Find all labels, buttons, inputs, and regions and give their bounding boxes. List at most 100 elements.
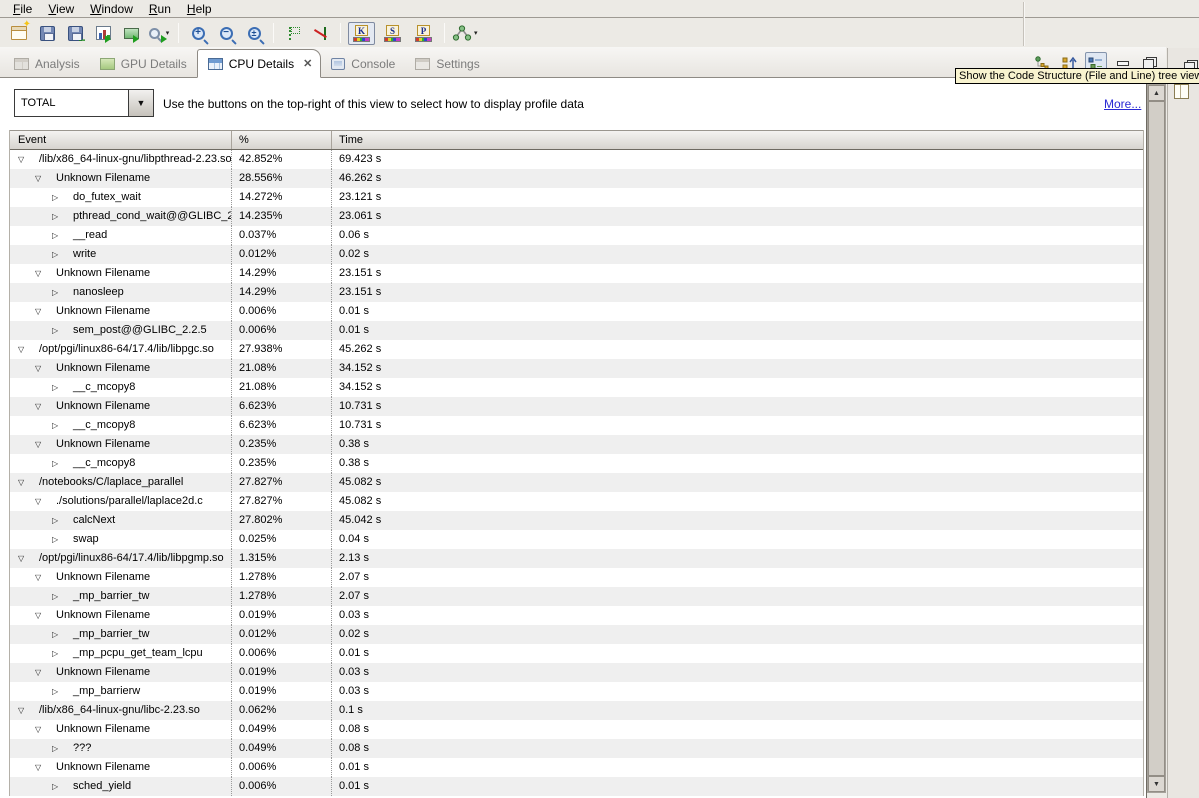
menu-window[interactable]: Window [83, 1, 142, 17]
save-button[interactable] [34, 21, 60, 45]
import-session-button[interactable] [118, 21, 144, 45]
menu-help[interactable]: Help [180, 1, 221, 17]
table-row[interactable]: ▷__c_mcopy86.623%10.731 s [10, 416, 1143, 435]
table-row[interactable]: ▽Unknown Filename1.278%2.07 s [10, 568, 1143, 587]
run-analysis-button[interactable]: ▾ [146, 21, 172, 45]
collapse-icon[interactable]: ▽ [35, 397, 51, 416]
table-row[interactable]: ▷nanosleep14.29%23.151 s [10, 283, 1143, 302]
table-row[interactable]: ▷_mp_barrier_tw1.278%2.07 s [10, 587, 1143, 606]
display-mode-combo[interactable]: TOTAL ▼ [14, 89, 154, 117]
zoom-in-button[interactable] [185, 21, 211, 45]
call-tree-button[interactable]: ▾ [451, 21, 479, 45]
kernel-view-button[interactable]: K [348, 22, 375, 45]
tab-console[interactable]: Console [321, 51, 405, 77]
menu-view[interactable]: View [41, 1, 83, 17]
table-row[interactable]: ▷__c_mcopy821.08%34.152 s [10, 378, 1143, 397]
collapse-icon[interactable]: ▽ [35, 169, 51, 188]
expand-icon[interactable]: ▷ [52, 188, 68, 207]
table-row[interactable]: ▽/opt/pgi/linux86-64/17.4/lib/libpgc.so2… [10, 340, 1143, 359]
table-row[interactable]: ▽Unknown Filename6.623%10.731 s [10, 397, 1143, 416]
expand-icon[interactable]: ▷ [52, 587, 68, 606]
collapse-icon[interactable]: ▽ [35, 492, 51, 511]
table-row[interactable]: ▷do_futex_wait14.272%23.121 s [10, 188, 1143, 207]
source-view-button[interactable]: S [379, 22, 406, 45]
tab-gpu-details[interactable]: GPU Details [90, 51, 197, 77]
table-row[interactable]: ▽./solutions/parallel/laplace2d.c27.827%… [10, 492, 1143, 511]
collapse-icon[interactable]: ▽ [18, 549, 34, 568]
expand-icon[interactable]: ▷ [52, 739, 68, 758]
table-row[interactable]: ▷_mp_barrier_tw0.012%0.02 s [10, 625, 1143, 644]
expand-icon[interactable]: ▷ [52, 454, 68, 473]
collapse-icon[interactable]: ▽ [35, 568, 51, 587]
vertical-scrollbar[interactable]: ▲ ▼ [1147, 84, 1166, 793]
table-row[interactable]: ▷sem_post@@GLIBC_2.2.50.006%0.01 s [10, 321, 1143, 340]
table-row[interactable]: ▽Unknown Filename21.08%34.152 s [10, 359, 1143, 378]
collapse-icon[interactable]: ▽ [35, 606, 51, 625]
expand-icon[interactable]: ▷ [52, 682, 68, 701]
collapse-icon[interactable]: ▽ [18, 340, 34, 359]
column-header-percent[interactable]: % [231, 131, 331, 149]
collapse-icon[interactable]: ▽ [35, 359, 51, 378]
profile-application-button[interactable] [90, 21, 116, 45]
tab-analysis[interactable]: Analysis [4, 51, 90, 77]
menu-run[interactable]: Run [142, 1, 180, 17]
tab-cpu-details[interactable]: CPU Details✕ [197, 49, 322, 78]
table-row[interactable]: ▷_mp_pcpu_get_team_lcpu0.006%0.01 s [10, 644, 1143, 663]
table-row[interactable]: ▽Unknown Filename0.235%0.38 s [10, 435, 1143, 454]
expand-icon[interactable]: ▷ [52, 644, 68, 663]
table-row[interactable]: ▽Unknown Filename14.29%23.151 s [10, 264, 1143, 283]
expand-icon[interactable]: ▷ [52, 321, 68, 340]
table-row[interactable]: ▷calcNext27.802%45.042 s [10, 511, 1143, 530]
scroll-up-button[interactable]: ▲ [1148, 85, 1165, 101]
table-row[interactable]: ▽Unknown Filename0.019%0.03 s [10, 663, 1143, 682]
table-row[interactable]: ▷__read0.037%0.06 s [10, 226, 1143, 245]
table-row[interactable]: ▽Unknown Filename0.006%0.01 s [10, 758, 1143, 777]
more-link[interactable]: More... [1104, 97, 1141, 111]
table-row[interactable]: ▽Unknown Filename0.019%0.03 s [10, 606, 1143, 625]
zoom-fit-button[interactable] [241, 21, 267, 45]
collapse-icon[interactable]: ▽ [18, 150, 34, 169]
table-row[interactable]: ▽Unknown Filename0.049%0.08 s [10, 720, 1143, 739]
close-icon[interactable]: ✕ [303, 57, 312, 70]
expand-icon[interactable]: ▷ [52, 226, 68, 245]
collapse-icon[interactable]: ▽ [18, 473, 34, 492]
scrollbar-thumb[interactable] [1148, 101, 1165, 776]
table-row[interactable]: ▽/notebooks/C/laplace_parallel27.827%45.… [10, 473, 1143, 492]
table-row[interactable]: ▷???0.049%0.08 s [10, 739, 1143, 758]
collapse-icon[interactable]: ▽ [35, 758, 51, 777]
expand-icon[interactable]: ▷ [52, 207, 68, 226]
table-row[interactable]: ▽/lib/x86_64-linux-gnu/libpthread-2.23.s… [10, 150, 1143, 169]
collapse-icon[interactable]: ▽ [35, 435, 51, 454]
table-row[interactable]: ▷write0.012%0.02 s [10, 245, 1143, 264]
profile-view-button[interactable]: P [410, 22, 437, 45]
column-header-time[interactable]: Time [331, 131, 1143, 149]
zoom-out-button[interactable] [213, 21, 239, 45]
table-row[interactable]: ▽/opt/pgi/linux86-64/17.4/lib/libpgmp.so… [10, 549, 1143, 568]
table-row[interactable]: ▽Unknown Filename0.006%0.01 s [10, 302, 1143, 321]
expand-icon[interactable]: ▷ [52, 530, 68, 549]
menu-file[interactable]: File [6, 1, 41, 17]
chevron-down-icon[interactable]: ▾ [474, 29, 478, 37]
expand-icon[interactable]: ▷ [52, 283, 68, 302]
collapse-icon[interactable]: ▽ [35, 663, 51, 682]
table-row[interactable]: ▽/lib/x86_64-linux-gnu/libc-2.23.so0.062… [10, 701, 1143, 720]
table-row[interactable]: ▷swap0.025%0.04 s [10, 530, 1143, 549]
table-row[interactable]: ▽Unknown Filename28.556%46.262 s [10, 169, 1143, 188]
expand-icon[interactable]: ▷ [52, 511, 68, 530]
table-row[interactable]: ▷__c_mcopy80.235%0.38 s [10, 454, 1143, 473]
collapse-icon[interactable]: ▽ [35, 720, 51, 739]
expand-icon[interactable]: ▷ [52, 378, 68, 397]
scroll-down-button[interactable]: ▼ [1148, 776, 1165, 792]
collapse-icon[interactable]: ▽ [35, 302, 51, 321]
table-row[interactable]: ▷pthread_cond_wait@@GLIBC_2.314.235%23.0… [10, 207, 1143, 226]
save-all-button[interactable] [62, 21, 88, 45]
column-header-event[interactable]: Event [10, 131, 231, 149]
expand-icon[interactable]: ▷ [52, 245, 68, 264]
collapse-icon[interactable]: ▽ [18, 701, 34, 720]
expand-icon[interactable]: ▷ [52, 777, 68, 796]
expand-icon[interactable]: ▷ [52, 416, 68, 435]
collapse-icon[interactable]: ▽ [35, 264, 51, 283]
table-row[interactable]: ▷_mp_barrierw0.019%0.03 s [10, 682, 1143, 701]
tab-settings[interactable]: Settings [405, 51, 489, 77]
new-console-button[interactable] [6, 21, 32, 45]
